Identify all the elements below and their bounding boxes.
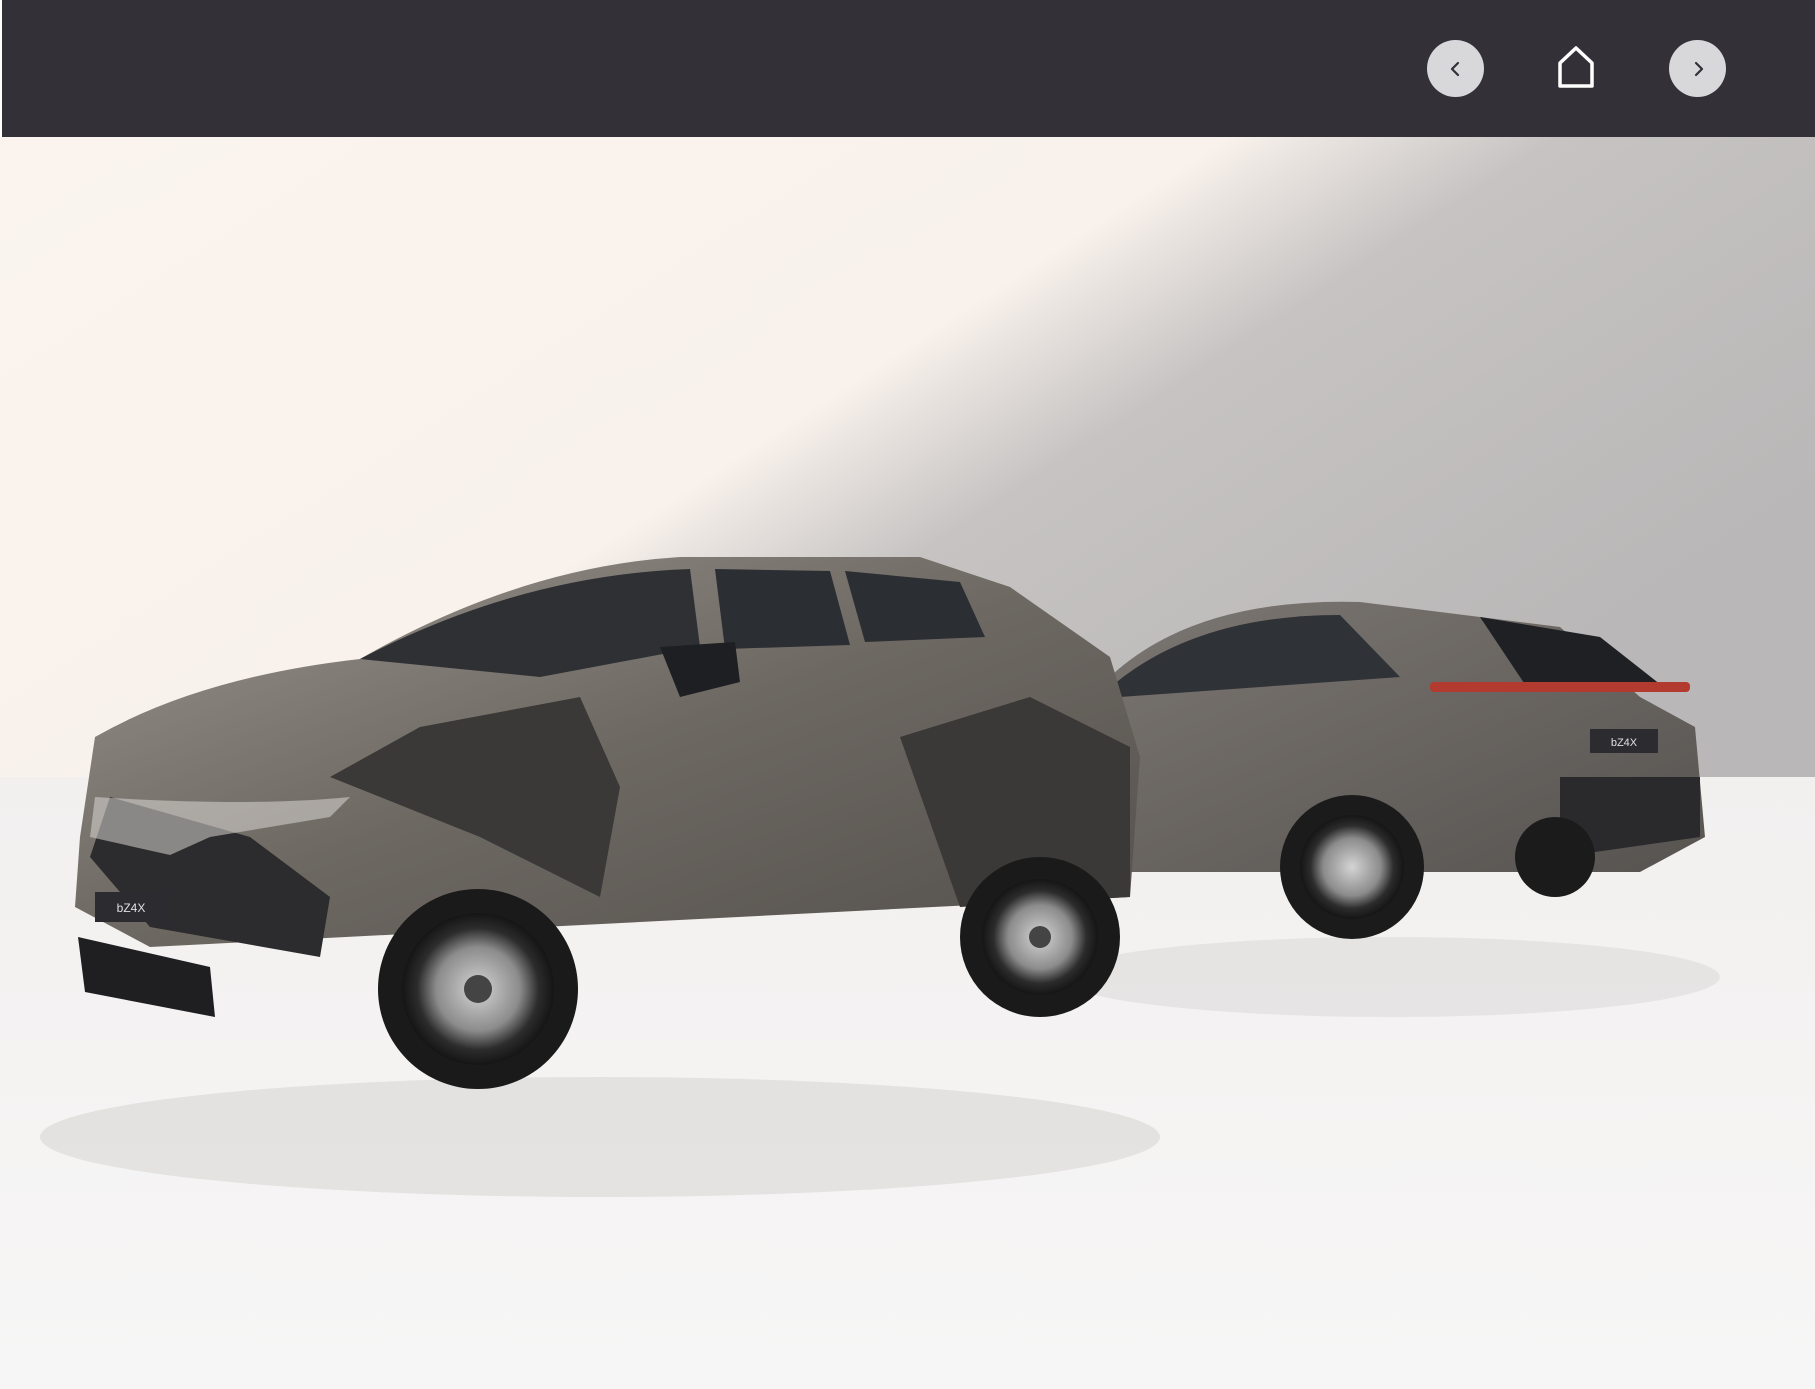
chevron-right-icon [1687, 58, 1709, 80]
floor-reflection [40, 1077, 1160, 1197]
home-icon [1556, 45, 1596, 89]
viewer-page: bZ4X bZ4X [0, 0, 1815, 1389]
rear-plate-text: bZ4X [1611, 737, 1638, 749]
floor-reflection-rear [1060, 937, 1720, 1017]
next-page-button[interactable] [1669, 40, 1726, 97]
top-toolbar [0, 0, 1815, 137]
home-button[interactable] [1553, 42, 1599, 92]
previous-page-button[interactable] [1427, 40, 1484, 97]
front-plate-text: bZ4X [117, 901, 146, 915]
hero-image: bZ4X bZ4X [0, 137, 1815, 1389]
chevron-left-icon [1445, 58, 1467, 80]
